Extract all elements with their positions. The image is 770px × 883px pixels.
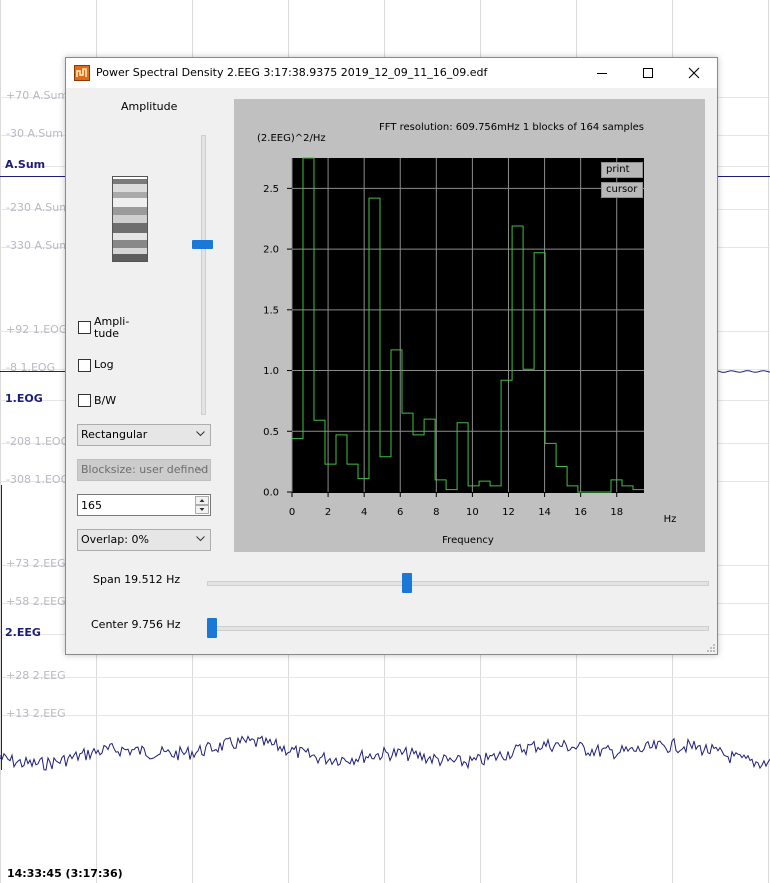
- y-tick-label: 1.0: [263, 366, 279, 377]
- amplitude-slider-track[interactable]: [201, 135, 206, 415]
- minimize-icon: [597, 73, 607, 74]
- channel-scale-label: -308 1.EOG: [6, 473, 70, 486]
- channel-scale-label: -8 1.EOG: [6, 361, 56, 374]
- resize-grip-icon[interactable]: [706, 643, 716, 653]
- bw-checkbox-label: B/W: [94, 394, 117, 407]
- maximize-icon: [643, 68, 653, 78]
- blocksize-select-value: Blocksize: user defined: [81, 463, 209, 476]
- spin-down-button[interactable]: [195, 505, 209, 514]
- spin-up-button[interactable]: [195, 496, 209, 505]
- span-slider-track[interactable]: [207, 581, 709, 586]
- x-axis-unit: Hz: [664, 514, 677, 525]
- channel-scale-label: +58 2.EEG: [6, 595, 66, 608]
- center-slider-track[interactable]: [207, 626, 709, 631]
- channel-scale-label: +13 2.EEG: [6, 707, 66, 720]
- arrow-up-icon: [199, 499, 205, 502]
- chevron-down-icon: [196, 431, 205, 437]
- psd-dialog: Power Spectral Density 2.EEG 3:17:38.937…: [65, 57, 718, 655]
- center-label: Center 9.756 Hz: [91, 618, 181, 631]
- channel-name-label: A.Sum: [5, 158, 46, 171]
- cursor-button[interactable]: cursor: [601, 182, 643, 198]
- overlap-select[interactable]: Overlap: 0%: [77, 529, 211, 551]
- span-slider-thumb[interactable]: [402, 573, 412, 593]
- amplitude-checkbox[interactable]: [78, 321, 91, 334]
- x-tick-label: 12: [502, 507, 515, 518]
- window-select-value: Rectangular: [81, 428, 148, 441]
- eog-trace: [715, 370, 770, 373]
- amplitude-slider-thumb[interactable]: [192, 240, 213, 249]
- amplitude-checkbox-label: Ampli-tude: [94, 315, 130, 340]
- close-icon: [688, 67, 700, 79]
- channel-scale-label: +92 1.EOG: [6, 323, 68, 336]
- channel-name-label: 1.EOG: [5, 392, 43, 405]
- channel-scale-label: -230 A.Sum: [6, 201, 70, 214]
- x-tick-label: 18: [610, 507, 623, 518]
- amplitude-label: Amplitude: [121, 100, 178, 113]
- amplitude-colorbar: [112, 176, 148, 262]
- maximize-button[interactable]: [625, 58, 671, 88]
- channel-scale-label: +28 2.EEG: [6, 669, 66, 682]
- x-axis-label: Frequency: [442, 535, 494, 546]
- blocksize-select[interactable]: Blocksize: user defined: [77, 459, 211, 481]
- x-tick-label: 2: [325, 507, 331, 518]
- overlap-select-value: Overlap: 0%: [81, 533, 149, 546]
- x-tick-label: 0: [289, 507, 295, 518]
- close-button[interactable]: [671, 58, 717, 88]
- log-checkbox-label: Log: [94, 358, 114, 371]
- blocks-spinbox-value[interactable]: 165: [81, 499, 102, 512]
- x-tick-label: 8: [433, 507, 439, 518]
- channel-scale-label: +73 2.EEG: [6, 557, 66, 570]
- y-tick-label: 1.5: [263, 305, 279, 316]
- chevron-down-icon: [196, 466, 205, 472]
- channel-scale-label: -330 A.Sum: [6, 239, 70, 252]
- print-button[interactable]: print: [601, 162, 643, 178]
- y-tick-label: 0.5: [263, 427, 279, 438]
- x-tick-label: 4: [361, 507, 367, 518]
- channel-scale-label: -30 A.Sum: [6, 127, 63, 140]
- log-checkbox[interactable]: [78, 359, 91, 372]
- window-title: Power Spectral Density 2.EEG 3:17:38.937…: [96, 66, 488, 79]
- x-tick-label: 10: [466, 507, 479, 518]
- time-readout: 14:33:45 (3:17:36): [7, 867, 123, 880]
- psd-chart-panel: 0 2 4 6 8 10 12 14 16 18 0.0 0.5 1.0 1.5 2.0 2.5 FFT res…: [234, 99, 705, 552]
- span-label: Span 19.512 Hz: [93, 573, 181, 586]
- x-tick-label: 16: [574, 507, 587, 518]
- y-axis-label: (2.EEG)^2/Hz: [257, 133, 326, 144]
- chevron-down-icon: [196, 536, 205, 542]
- y-tick-label: 2.5: [263, 184, 279, 195]
- app-icon: [74, 65, 90, 81]
- arrow-down-icon: [199, 508, 205, 511]
- chart-title: FFT resolution: 609.756mHz 1 blocks of 1…: [379, 122, 644, 133]
- x-tick-label: 6: [397, 507, 403, 518]
- minimize-button[interactable]: [579, 58, 625, 88]
- channel-scale-label: -208 1.EOG: [6, 435, 70, 448]
- blocks-spinbox[interactable]: 165: [77, 494, 211, 516]
- y-tick-label: 0.0: [263, 488, 279, 499]
- y-tick-label: 2.0: [263, 245, 279, 256]
- x-tick-label: 14: [538, 507, 551, 518]
- window-select[interactable]: Rectangular: [77, 424, 211, 446]
- channel-name-label: 2.EEG: [5, 626, 41, 639]
- bw-checkbox[interactable]: [78, 394, 91, 407]
- title-bar[interactable]: Power Spectral Density 2.EEG 3:17:38.937…: [66, 58, 717, 88]
- channel-scale-label: +70 A.Sum: [6, 89, 69, 102]
- center-slider-thumb[interactable]: [207, 618, 217, 638]
